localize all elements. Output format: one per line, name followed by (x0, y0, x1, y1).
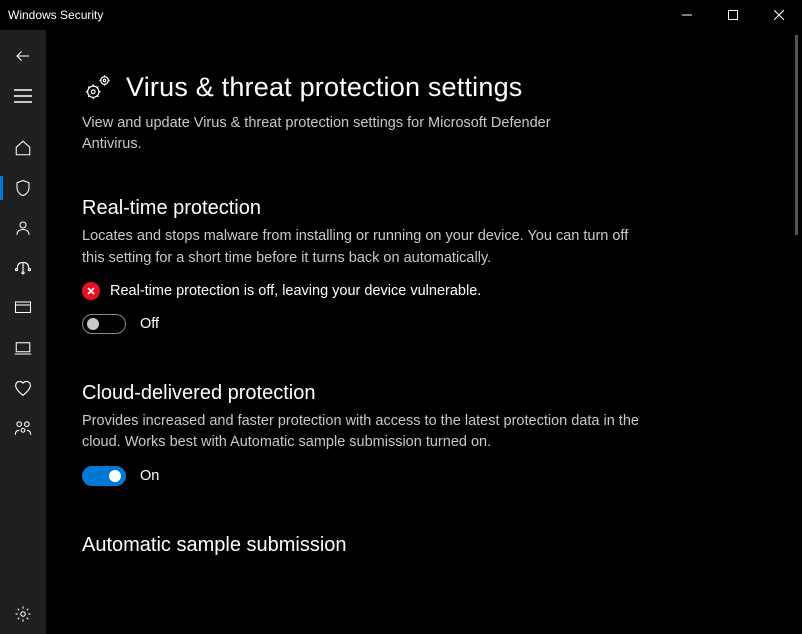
realtime-title: Real-time protection (82, 197, 642, 220)
window-body: Virus & threat protection settings View … (0, 30, 802, 634)
page-subtitle: View and update Virus & threat protectio… (82, 113, 562, 155)
window-controls (664, 0, 802, 30)
close-button[interactable] (756, 0, 802, 30)
realtime-toggle[interactable] (82, 314, 126, 334)
realtime-toggle-row: Off (82, 314, 642, 334)
section-auto-sample: Automatic sample submission (82, 534, 642, 557)
scrollbar-thumb[interactable] (795, 35, 798, 235)
maximize-button[interactable] (710, 0, 756, 30)
sidebar-item-home[interactable] (0, 128, 46, 168)
sidebar-item-app-browser[interactable] (0, 288, 46, 328)
cloud-desc: Provides increased and faster protection… (82, 411, 642, 455)
sidebar-item-device-performance[interactable] (0, 368, 46, 408)
windows-security-window: Windows Security (0, 0, 802, 634)
sidebar-item-firewall[interactable] (0, 248, 46, 288)
realtime-warning: Real-time protection is off, leaving you… (82, 282, 642, 300)
error-icon (82, 282, 100, 300)
sidebar-item-family[interactable] (0, 408, 46, 448)
back-button[interactable] (0, 36, 46, 76)
section-realtime-protection: Real-time protection Locates and stops m… (82, 197, 642, 334)
sidebar-item-device-security[interactable] (0, 328, 46, 368)
cloud-title: Cloud-delivered protection (82, 382, 642, 405)
page-header: Virus & threat protection settings (82, 72, 754, 103)
scrollbar[interactable] (794, 30, 800, 634)
page-title: Virus & threat protection settings (126, 72, 523, 103)
sidebar-item-settings[interactable] (0, 594, 46, 634)
content-wrap: Virus & threat protection settings View … (46, 30, 802, 634)
sidebar-item-account[interactable] (0, 208, 46, 248)
section-cloud-protection: Cloud-delivered protection Provides incr… (82, 382, 642, 487)
cloud-toggle-label: On (140, 468, 159, 484)
sidebar (0, 30, 46, 634)
auto-sample-title: Automatic sample submission (82, 534, 642, 557)
realtime-warning-text: Real-time protection is off, leaving you… (110, 283, 481, 299)
cloud-toggle[interactable] (82, 466, 126, 486)
content-scroll[interactable]: Virus & threat protection settings View … (46, 30, 794, 634)
app-title: Windows Security (8, 8, 664, 22)
minimize-button[interactable] (664, 0, 710, 30)
gears-icon (82, 73, 112, 103)
realtime-toggle-label: Off (140, 316, 159, 332)
sidebar-item-virus-threat[interactable] (0, 168, 46, 208)
menu-button[interactable] (0, 76, 46, 116)
titlebar: Windows Security (0, 0, 802, 30)
cloud-toggle-row: On (82, 466, 642, 486)
realtime-desc: Locates and stops malware from installin… (82, 226, 642, 270)
